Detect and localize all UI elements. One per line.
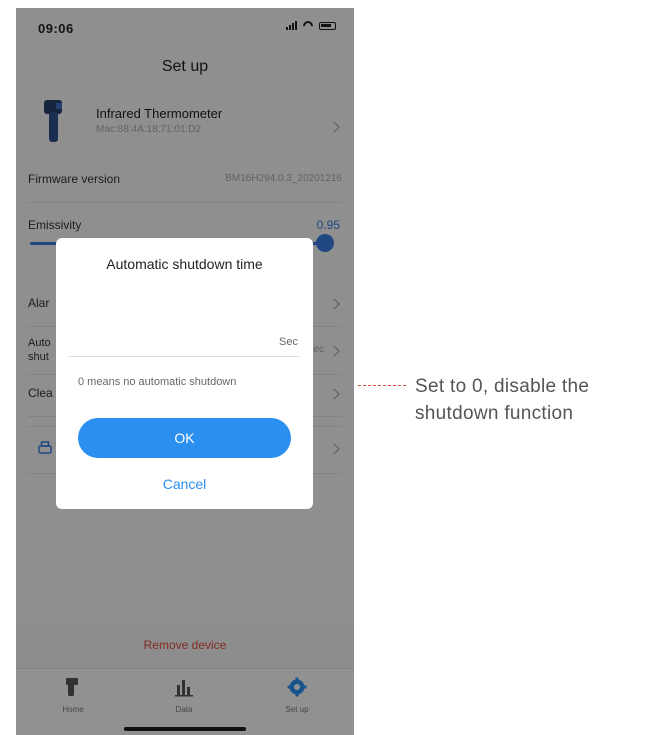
cancel-button[interactable]: Cancel	[56, 476, 313, 492]
dialog-hint: 0 means no automatic shutdown	[78, 376, 237, 388]
ok-button[interactable]: OK	[78, 418, 291, 458]
annotation-leader-line	[358, 385, 406, 386]
shutdown-time-dialog: Automatic shutdown time Sec 0 means no a…	[56, 238, 313, 509]
unit-label: Sec	[279, 336, 298, 348]
annotation-text: Set to 0, disable the shutdown function	[415, 376, 590, 424]
home-indicator	[124, 727, 246, 731]
dialog-title: Automatic shutdown time	[106, 256, 263, 272]
shutdown-time-input[interactable]: Sec	[68, 326, 300, 357]
phone-screen: 09:06 Set up Infrared Thermometer Mac:88…	[16, 8, 354, 735]
